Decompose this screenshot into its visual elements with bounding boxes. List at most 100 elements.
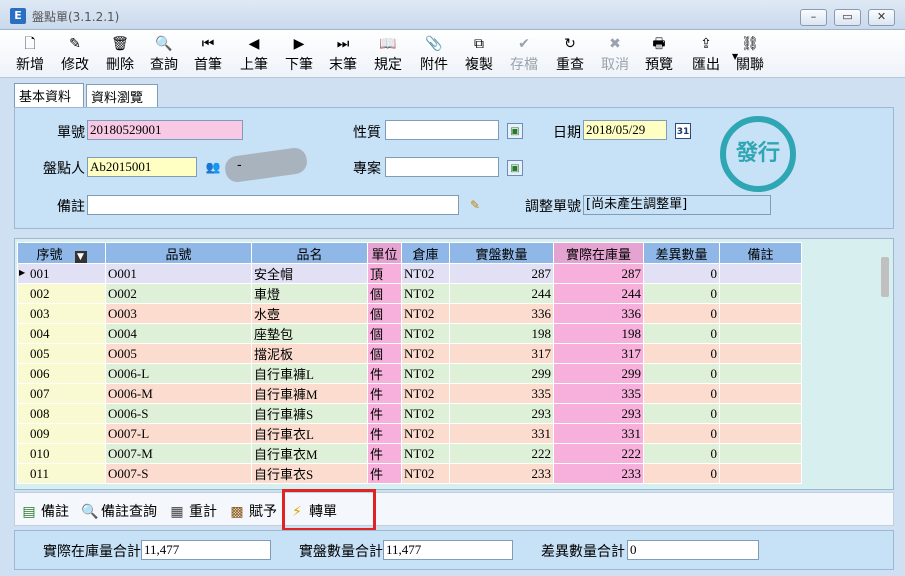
- grid-cell[interactable]: O001: [105, 263, 252, 284]
- grid-cell[interactable]: 0: [643, 423, 720, 444]
- grid-cell[interactable]: 件: [367, 443, 402, 464]
- grid-cell[interactable]: 0: [643, 323, 720, 344]
- grid-cell[interactable]: 007: [17, 383, 106, 404]
- toolbar-button-last[interactable]: ⏭ 末筆: [321, 34, 365, 74]
- grid-cell[interactable]: NT02: [401, 323, 450, 344]
- grid-cell[interactable]: 0: [643, 263, 720, 284]
- grid-cell[interactable]: NT02: [401, 263, 450, 284]
- grid-cell[interactable]: [719, 343, 802, 364]
- grid-cell[interactable]: 299: [449, 363, 554, 384]
- column-header[interactable]: 實際在庫量: [553, 242, 644, 264]
- nature-picker-icon[interactable]: ▣: [507, 123, 523, 139]
- grid-cell[interactable]: 頂: [367, 263, 402, 284]
- grid-cell[interactable]: NT02: [401, 463, 450, 484]
- grid-cell[interactable]: 0: [643, 343, 720, 364]
- grid-cell[interactable]: 件: [367, 363, 402, 384]
- toolbar-button-search[interactable]: 🔍 查詢: [142, 34, 186, 74]
- grid-cell[interactable]: 233: [449, 463, 554, 484]
- toolbar-button-refresh[interactable]: ↻ 重查: [548, 34, 592, 74]
- grid-cell[interactable]: 011: [17, 463, 106, 484]
- grid-cell[interactable]: NT02: [401, 443, 450, 464]
- minimize-button[interactable]: –: [800, 9, 827, 26]
- grid-cell[interactable]: 233: [553, 463, 644, 484]
- table-row[interactable]: 006 O006-L 自行車褲L 件 NT02 299 299 0: [17, 363, 802, 384]
- close-button[interactable]: ✕: [868, 9, 895, 26]
- table-row[interactable]: 005 O005 擋泥板個 NT02 317 317 0: [17, 343, 802, 364]
- grid-cell[interactable]: 座墊包: [251, 323, 368, 344]
- toolbar-button-preview[interactable]: 🖶 預覽: [637, 34, 681, 74]
- toolbar-button-new-doc[interactable]: 🗋 新增: [8, 34, 52, 74]
- grid-cell[interactable]: 自行車衣L: [251, 423, 368, 444]
- grid-cell[interactable]: 010: [17, 443, 106, 464]
- grid-cell[interactable]: 001: [17, 263, 106, 284]
- doc-no-field[interactable]: 20180529001: [87, 120, 243, 140]
- grid-cell[interactable]: 317: [449, 343, 554, 364]
- grid-cell[interactable]: NT02: [401, 403, 450, 424]
- grid-cell[interactable]: 299: [553, 363, 644, 384]
- project-picker-icon[interactable]: ▣: [507, 160, 523, 176]
- grid-cell[interactable]: 個: [367, 283, 402, 304]
- grid-cell[interactable]: [719, 323, 802, 344]
- grid-cell[interactable]: 件: [367, 403, 402, 424]
- grid-cell[interactable]: 自行車衣S: [251, 463, 368, 484]
- grid-cell[interactable]: NT02: [401, 283, 450, 304]
- grid-cell[interactable]: 0: [643, 463, 720, 484]
- grid-cell[interactable]: 個: [367, 303, 402, 324]
- grid-cell[interactable]: O004: [105, 323, 252, 344]
- toolbar-button-first[interactable]: ⏮ 首筆: [186, 34, 230, 74]
- bottom-button-note[interactable]: ▤ 備註: [21, 501, 69, 521]
- grid-cell[interactable]: 0: [643, 303, 720, 324]
- grid-cell[interactable]: 009: [17, 423, 106, 444]
- grid-cell[interactable]: 002: [17, 283, 106, 304]
- grid-cell[interactable]: 0: [643, 283, 720, 304]
- grid-cell[interactable]: 自行車褲M: [251, 383, 368, 404]
- tab-data-browse[interactable]: 資料瀏覽: [86, 84, 158, 108]
- grid-cell[interactable]: [719, 263, 802, 284]
- grid-cell[interactable]: 293: [553, 403, 644, 424]
- grid-cell[interactable]: 自行車褲L: [251, 363, 368, 384]
- table-row[interactable]: 004 O004 座墊包個 NT02 198 198 0: [17, 323, 802, 344]
- column-header[interactable]: 單位: [367, 242, 402, 264]
- column-header[interactable]: 品名: [251, 242, 368, 264]
- grid-cell[interactable]: NT02: [401, 303, 450, 324]
- grid-cell[interactable]: [719, 463, 802, 484]
- table-row[interactable]: 009 O007-L 自行車衣L 件 NT02 331 331 0: [17, 423, 802, 444]
- grid-cell[interactable]: [719, 303, 802, 324]
- grid-cell[interactable]: 198: [553, 323, 644, 344]
- bottom-button-search[interactable]: 🔍 備註查詢: [81, 501, 157, 521]
- grid-cell[interactable]: O002: [105, 283, 252, 304]
- grid-cell[interactable]: 0: [643, 403, 720, 424]
- grid-cell[interactable]: 222: [449, 443, 554, 464]
- grid-cell[interactable]: 車燈: [251, 283, 368, 304]
- grid-cell[interactable]: 335: [449, 383, 554, 404]
- grid-cell[interactable]: 水壺: [251, 303, 368, 324]
- column-header[interactable]: 序號 ▼: [17, 242, 106, 264]
- grid-cell[interactable]: 198: [449, 323, 554, 344]
- grid-cell[interactable]: 331: [553, 423, 644, 444]
- grid-scrollbar[interactable]: [881, 257, 889, 297]
- grid-cell[interactable]: O005: [105, 343, 252, 364]
- grid-cell[interactable]: 006: [17, 363, 106, 384]
- grid-cell[interactable]: [719, 423, 802, 444]
- toolbar-button-save[interactable]: ✔ 存檔: [502, 34, 546, 74]
- column-header[interactable]: 實盤數量: [449, 242, 554, 264]
- grid-cell[interactable]: 336: [553, 303, 644, 324]
- grid-cell[interactable]: 008: [17, 403, 106, 424]
- bottom-button-calculator[interactable]: ▦ 重計: [169, 501, 217, 521]
- toolbar-button-export[interactable]: ⇪ 匯出: [684, 34, 728, 74]
- grid-cell[interactable]: O003: [105, 303, 252, 324]
- counter-field[interactable]: Ab2015001: [87, 157, 197, 177]
- tab-basic-info[interactable]: 基本資料: [14, 83, 84, 108]
- grid-cell[interactable]: 個: [367, 343, 402, 364]
- grid-cell[interactable]: 331: [449, 423, 554, 444]
- grid-cell[interactable]: 244: [553, 283, 644, 304]
- grid-cell[interactable]: 244: [449, 283, 554, 304]
- grid-cell[interactable]: O006-M: [105, 383, 252, 404]
- sort-down-icon[interactable]: ▼: [74, 250, 87, 263]
- grid-cell[interactable]: 安全帽: [251, 263, 368, 284]
- table-row[interactable]: 007 O006-M 自行車褲M 件 NT02 335 335 0: [17, 383, 802, 404]
- grid-cell[interactable]: 件: [367, 383, 402, 404]
- grid-cell[interactable]: 293: [449, 403, 554, 424]
- grid-cell[interactable]: O007-S: [105, 463, 252, 484]
- maximize-button[interactable]: ▭: [834, 9, 861, 26]
